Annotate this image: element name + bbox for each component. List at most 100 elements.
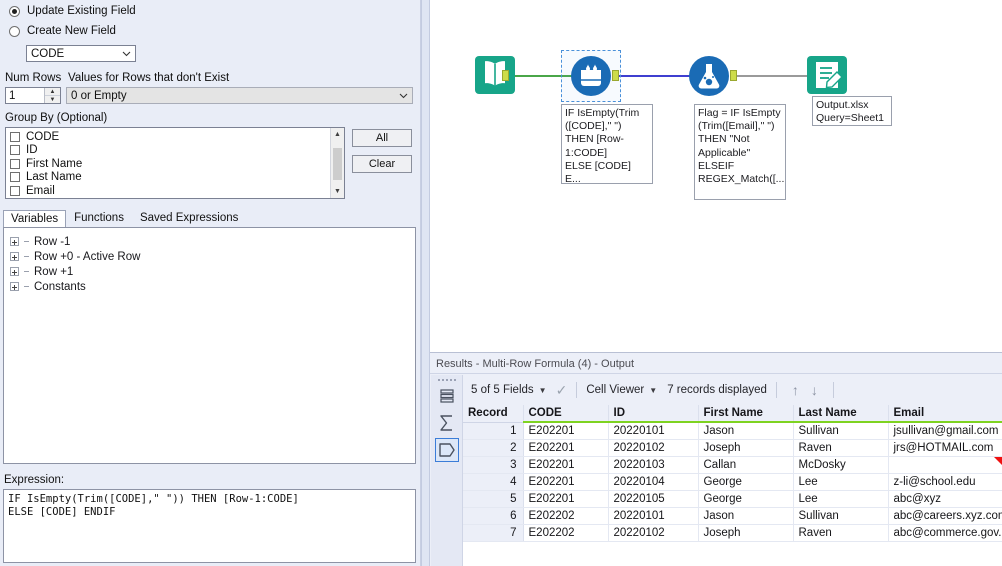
checkbox-icon[interactable] xyxy=(10,131,20,142)
cell-id[interactable]: 20220102 xyxy=(608,439,699,457)
cell-last[interactable]: Sullivan xyxy=(793,422,889,440)
cell-id[interactable]: 20220102 xyxy=(608,524,699,542)
column-header-first-name[interactable]: First Name xyxy=(698,405,794,423)
tree-node[interactable]: Row +0 - Active Row xyxy=(10,249,415,264)
group-by-item[interactable]: Email xyxy=(6,184,344,198)
rail-sigma-icon[interactable] xyxy=(435,411,459,435)
cell-id[interactable]: 20220103 xyxy=(608,456,699,474)
formula-tool[interactable] xyxy=(686,53,732,99)
tree-node[interactable]: Row +1 xyxy=(10,264,415,279)
scroll-up-icon[interactable]: ▲ xyxy=(331,128,344,141)
checkbox-icon[interactable] xyxy=(10,172,20,183)
cell-first[interactable]: Joseph xyxy=(698,439,794,457)
stepper-up-icon[interactable]: ▲ xyxy=(45,88,60,96)
checkbox-icon[interactable] xyxy=(10,145,20,156)
expand-plus-icon[interactable] xyxy=(10,252,19,261)
cell-id[interactable]: 20220104 xyxy=(608,473,699,491)
cell-record[interactable]: 6 xyxy=(463,507,524,525)
cell-first[interactable]: George xyxy=(698,473,794,491)
cell-last[interactable]: Lee xyxy=(793,490,889,508)
scroll-down-icon[interactable]: ▼ xyxy=(331,185,344,198)
clear-all-button[interactable]: Clear xyxy=(352,155,412,173)
num-rows-stepper-buttons[interactable]: ▲ ▼ xyxy=(44,88,60,103)
panel-splitter[interactable] xyxy=(421,0,430,566)
table-row[interactable]: 5 E202201 20220105 George Lee abc@xyz xyxy=(463,490,1002,508)
table-row[interactable]: 2 E202201 20220102 Joseph Raven jrs@HOTMAIL.c… xyxy=(463,439,1002,457)
column-header-email[interactable]: Email xyxy=(888,405,1002,423)
table-row[interactable]: 4 E202201 20220104 George Lee z-li@school.edu xyxy=(463,473,1002,491)
arrow-down-icon[interactable]: ↓ xyxy=(805,383,824,397)
tab-variables[interactable]: Variables xyxy=(3,210,67,228)
cell-email[interactable]: abc@xyz xyxy=(888,490,1002,508)
cell-last[interactable]: Lee xyxy=(793,473,889,491)
cell-first[interactable]: Joseph xyxy=(698,524,794,542)
table-row[interactable]: 3 E202201 20220103 Callan McDosky xyxy=(463,456,1002,474)
radio-create-new-field[interactable]: Create New Field xyxy=(9,25,116,37)
column-header-id[interactable]: ID xyxy=(608,405,699,423)
cell-code[interactable]: E202201 xyxy=(523,473,609,491)
cell-last[interactable]: Raven xyxy=(793,524,889,542)
stepper-down-icon[interactable]: ▼ xyxy=(45,96,60,103)
scrollbar-thumb[interactable] xyxy=(333,148,342,180)
cell-record[interactable]: 7 xyxy=(463,524,524,542)
expand-plus-icon[interactable] xyxy=(10,282,19,291)
radio-update-existing-field[interactable]: Update Existing Field xyxy=(9,5,136,17)
table-row[interactable]: 6 E202202 20220101 Jason Sullivan abc@careers… xyxy=(463,507,1002,525)
tree-node[interactable]: Constants xyxy=(10,279,415,294)
cell-record[interactable]: 5 xyxy=(463,490,524,508)
arrow-up-icon[interactable]: ↑ xyxy=(786,383,805,397)
output-port-formula[interactable] xyxy=(730,70,737,81)
cell-code[interactable]: E202202 xyxy=(523,524,609,542)
checkbox-icon[interactable] xyxy=(10,158,20,169)
cell-first[interactable]: George xyxy=(698,490,794,508)
column-header-last-name[interactable]: Last Name xyxy=(793,405,889,423)
cell-record[interactable]: 3 xyxy=(463,456,524,474)
rail-drag-handle[interactable] xyxy=(431,375,462,381)
cell-first[interactable]: Jason xyxy=(698,422,794,440)
output-port-input-tool[interactable] xyxy=(502,70,509,81)
multi-row-formula-tool[interactable] xyxy=(568,53,614,99)
cell-viewer-selector[interactable]: Cell Viewer ▼ xyxy=(586,384,657,396)
variables-tree[interactable]: Row -1 Row +0 - Active Row Row +1 Constants xyxy=(3,227,416,464)
cell-code[interactable]: E202201 xyxy=(523,439,609,457)
group-by-item[interactable]: Last Name xyxy=(6,171,344,185)
rail-data-icon[interactable] xyxy=(434,438,459,462)
cell-last[interactable]: Raven xyxy=(793,439,889,457)
group-by-listbox[interactable]: CODE ID First Name Last Name Email ▲ ▼ xyxy=(5,127,345,199)
cell-code[interactable]: E202202 xyxy=(523,507,609,525)
cell-id[interactable]: 20220101 xyxy=(608,422,699,440)
cell-id[interactable]: 20220101 xyxy=(608,507,699,525)
fields-selector[interactable]: 5 of 5 Fields ▼ xyxy=(471,384,547,396)
column-header-record[interactable]: Record xyxy=(463,405,524,423)
tab-functions[interactable]: Functions xyxy=(66,209,132,227)
group-by-item[interactable]: ID xyxy=(6,144,344,158)
results-grid[interactable]: Record CODE ID First Name Last Name Email 1 E2… xyxy=(463,405,1002,566)
column-header-code[interactable]: CODE xyxy=(523,405,609,423)
tree-node[interactable]: Row -1 xyxy=(10,234,415,249)
output-data-tool[interactable] xyxy=(804,52,850,98)
cell-last[interactable]: McDosky xyxy=(793,456,889,474)
cell-email[interactable]: abc@careers.xyz.com xyxy=(888,507,1002,525)
cell-code[interactable]: E202201 xyxy=(523,422,609,440)
output-port-multirow[interactable] xyxy=(612,70,619,81)
cell-last[interactable]: Sullivan xyxy=(793,507,889,525)
table-row[interactable]: 1 E202201 20220101 Jason Sullivan jsullivan@g… xyxy=(463,422,1002,440)
group-by-scrollbar[interactable]: ▲ ▼ xyxy=(330,128,344,198)
cell-first[interactable]: Callan xyxy=(698,456,794,474)
cell-record[interactable]: 1 xyxy=(463,422,524,440)
cell-record[interactable]: 2 xyxy=(463,439,524,457)
values-for-rows-dropdown[interactable]: 0 or Empty xyxy=(66,87,413,104)
rail-list-icon[interactable] xyxy=(435,384,459,408)
cell-code[interactable]: E202201 xyxy=(523,456,609,474)
field-select-dropdown[interactable]: CODE xyxy=(26,45,136,62)
cell-record[interactable]: 4 xyxy=(463,473,524,491)
group-by-item[interactable]: CODE xyxy=(6,130,344,144)
cell-email[interactable]: jsullivan@gmail.com xyxy=(888,422,1002,440)
expand-plus-icon[interactable] xyxy=(10,267,19,276)
checkbox-icon[interactable] xyxy=(10,185,20,196)
expand-plus-icon[interactable] xyxy=(10,237,19,246)
input-data-tool[interactable] xyxy=(472,52,518,98)
expression-editor[interactable]: IF IsEmpty(Trim([CODE]," ")) THEN [Row-1… xyxy=(3,489,416,563)
cell-first[interactable]: Jason xyxy=(698,507,794,525)
select-all-button[interactable]: All xyxy=(352,129,412,147)
